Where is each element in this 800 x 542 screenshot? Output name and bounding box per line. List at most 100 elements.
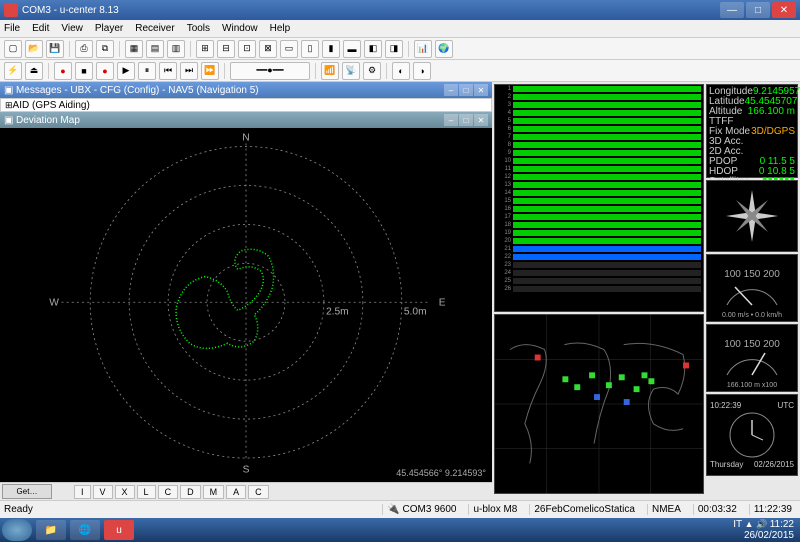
menu-file[interactable]: File: [4, 23, 20, 34]
grid1-icon[interactable]: ⊞: [196, 40, 214, 58]
app-icon: [4, 3, 18, 17]
menu-edit[interactable]: Edit: [32, 23, 49, 34]
grid2-icon[interactable]: ⊟: [217, 40, 235, 58]
gnss-info-panel: Longitude9.2145957Latitude45.4545707Alti…: [706, 84, 798, 178]
cfg2-icon[interactable]: ◑: [413, 62, 431, 80]
tree-item-aid[interactable]: ⊞ AID (GPS Aiding): [0, 98, 492, 112]
grid8-icon[interactable]: ▬: [343, 40, 361, 58]
satellite-markers: [535, 355, 689, 405]
get-button[interactable]: Get…: [2, 484, 52, 499]
view3-icon[interactable]: ▥: [167, 40, 185, 58]
status-time: 11:22:39: [749, 504, 796, 515]
start-button[interactable]: [2, 519, 32, 541]
tab-C[interactable]: C: [158, 485, 179, 499]
toolbar-1: ▢ 📂 💾 ⎙ ⧉ ▦ ▤ ▥ ⊞ ⊟ ⊡ ⊠ ▭ ▯ ▮ ▬ ◧ ◨ 📊 🌍: [0, 38, 800, 60]
toolbar-2: ⚡ ⏏ ● ■ ● ▶ ⏸ ⏮ ⏭ ⏩ ━━●━━ 📶 📡 ⚙ ◐ ◑: [0, 60, 800, 82]
view2-icon[interactable]: ▤: [146, 40, 164, 58]
grid4-icon[interactable]: ⊠: [259, 40, 277, 58]
svg-text:2.5m: 2.5m: [326, 307, 349, 318]
prev-icon[interactable]: ⏮: [159, 62, 177, 80]
next-icon[interactable]: ⏭: [180, 62, 198, 80]
messages-title: Messages - UBX - CFG (Config) - NAV5 (Na…: [16, 85, 443, 96]
svg-text:100 150 200: 100 150 200: [724, 339, 780, 350]
close-button[interactable]: ✕: [772, 2, 796, 18]
minimize-button[interactable]: —: [720, 2, 744, 18]
msg-min-icon[interactable]: –: [444, 84, 458, 96]
deviation-trace: [176, 249, 274, 348]
satellite-signal-chart: 1234567891011121314151617181920212223242…: [494, 84, 704, 312]
stop-icon[interactable]: ■: [75, 62, 93, 80]
speed-gauge: 100 150 200 0.00 m/s • 0.0 km/h: [706, 254, 798, 322]
tab-I[interactable]: I: [74, 485, 91, 499]
pause-icon[interactable]: ⏸: [138, 62, 156, 80]
tab-X[interactable]: X: [115, 485, 135, 499]
status-ready: Ready: [4, 504, 33, 515]
status-elapsed: 00:03:32: [693, 504, 741, 515]
tab-A[interactable]: A: [226, 485, 246, 499]
expand-icon[interactable]: ▣: [4, 85, 13, 96]
clock-panel: 10:22:39UTC Thursday02/26/2015: [706, 394, 798, 476]
menu-window[interactable]: Window: [222, 23, 258, 34]
new-icon[interactable]: ▢: [4, 40, 22, 58]
grid9-icon[interactable]: ◧: [364, 40, 382, 58]
deviation-map[interactable]: N S E W 2.5m 5.0m 45.454566° 9.214593°: [0, 128, 492, 482]
eject-icon[interactable]: ⏏: [25, 62, 43, 80]
connect-icon[interactable]: ⚡: [4, 62, 22, 80]
svg-text:E: E: [439, 297, 446, 308]
altitude-gauge: 100 150 200 166.100 m x100: [706, 324, 798, 392]
status-device: u-blox M8: [468, 504, 521, 515]
map-icon[interactable]: 🌍: [435, 40, 453, 58]
print-icon[interactable]: ⎙: [75, 40, 93, 58]
tab-M[interactable]: M: [203, 485, 225, 499]
msg-close-icon[interactable]: ✕: [474, 84, 488, 96]
grid7-icon[interactable]: ▮: [322, 40, 340, 58]
svg-text:100 150 200: 100 150 200: [724, 269, 780, 280]
svg-text:S: S: [243, 464, 250, 475]
tab-L[interactable]: L: [137, 485, 156, 499]
grid5-icon[interactable]: ▭: [280, 40, 298, 58]
menu-receiver[interactable]: Receiver: [135, 23, 174, 34]
compass-panel: [706, 180, 798, 252]
system-tray[interactable]: IT ▲ 🔊 11:2226/02/2015: [733, 519, 798, 541]
menu-tools[interactable]: Tools: [187, 23, 210, 34]
record2-icon[interactable]: ●: [96, 62, 114, 80]
slider-icon[interactable]: ━━●━━: [230, 62, 310, 80]
view1-icon[interactable]: ▦: [125, 40, 143, 58]
grid6-icon[interactable]: ▯: [301, 40, 319, 58]
sig2-icon[interactable]: 📡: [342, 62, 360, 80]
tab-V[interactable]: V: [93, 485, 113, 499]
devmap-icon: ▣: [4, 115, 13, 126]
menu-player[interactable]: Player: [95, 23, 123, 34]
menu-view[interactable]: View: [61, 23, 83, 34]
menu-help[interactable]: Help: [270, 23, 291, 34]
maximize-button[interactable]: □: [746, 2, 770, 18]
dev-close-icon[interactable]: ✕: [474, 114, 488, 126]
open-icon[interactable]: 📂: [25, 40, 43, 58]
chart-icon[interactable]: 📊: [414, 40, 432, 58]
grid3-icon[interactable]: ⊡: [238, 40, 256, 58]
task-explorer-icon[interactable]: 📁: [36, 520, 66, 540]
grid10-icon[interactable]: ◨: [385, 40, 403, 58]
window-title: COM3 - u-center 8.13: [22, 5, 720, 16]
record-icon[interactable]: ●: [54, 62, 72, 80]
dev-min-icon[interactable]: –: [444, 114, 458, 126]
coord-readout: 45.454566° 9.214593°: [396, 468, 486, 478]
tab-D[interactable]: D: [180, 485, 201, 499]
status-com: 🔌 COM3 9600: [382, 504, 460, 515]
svg-text:5.0m: 5.0m: [404, 307, 427, 318]
copy-icon[interactable]: ⧉: [96, 40, 114, 58]
world-map[interactable]: [494, 314, 704, 494]
cfg1-icon[interactable]: ◐: [392, 62, 410, 80]
sig1-icon[interactable]: 📶: [321, 62, 339, 80]
task-ucenter-icon[interactable]: u: [104, 520, 134, 540]
tab-C[interactable]: C: [248, 485, 269, 499]
sig3-icon[interactable]: ⚙: [363, 62, 381, 80]
status-protocol: NMEA: [647, 504, 685, 515]
play-icon[interactable]: ▶: [117, 62, 135, 80]
msg-max-icon[interactable]: □: [459, 84, 473, 96]
ff-icon[interactable]: ⏩: [201, 62, 219, 80]
svg-text:N: N: [242, 132, 249, 143]
dev-max-icon[interactable]: □: [459, 114, 473, 126]
task-chrome-icon[interactable]: 🌐: [70, 520, 100, 540]
save-icon[interactable]: 💾: [46, 40, 64, 58]
